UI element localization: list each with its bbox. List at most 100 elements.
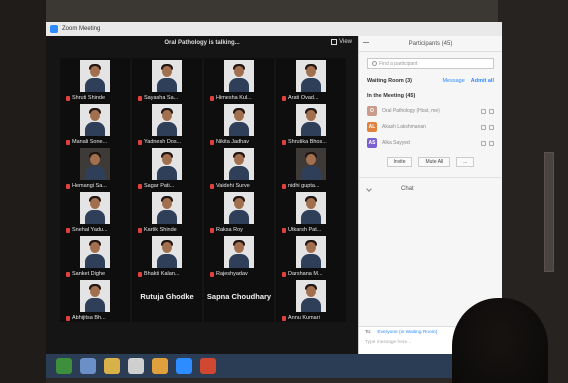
waiting-room-row: Waiting Room (3) Message Admit all — [359, 75, 502, 87]
participant-name: Sapna Choudhary — [206, 292, 272, 301]
participant-row[interactable]: AS Alka Sayyed — [359, 135, 502, 151]
participant-video-tile[interactable]: Hemangi Sa... — [60, 146, 130, 190]
participant-video — [152, 236, 182, 268]
camera-icon[interactable] — [489, 108, 494, 114]
mic-muted-icon — [210, 183, 214, 189]
mic-muted-icon — [282, 95, 286, 101]
start-button-icon[interactable] — [56, 358, 72, 374]
admit-all-button[interactable]: Admit all — [471, 78, 494, 84]
window-titlebar: Zoom Meeting — [46, 22, 502, 36]
camera-icon[interactable] — [489, 140, 494, 146]
search-icon — [372, 61, 377, 66]
participant-label: Darshana M... — [282, 271, 323, 277]
participant-video-tile[interactable]: Sanket Dighe — [60, 234, 130, 278]
window-title: Zoom Meeting — [62, 26, 101, 32]
video-figure-head — [162, 110, 172, 121]
participant-label: Raksa Roy — [210, 227, 243, 233]
participant-row[interactable]: O Oral Pathology (Host, me) — [359, 103, 502, 119]
participant-video-tile[interactable]: Snehal Yadu... — [60, 190, 130, 234]
mic-muted-icon — [66, 315, 70, 321]
participant-label: Sanket Dighe — [66, 271, 105, 277]
participant-video-tile[interactable]: Sagar Pati... — [132, 146, 202, 190]
participant-video-tile[interactable]: Shruti Shinde — [60, 58, 130, 102]
participant-name: Arati Ovad... — [288, 95, 319, 101]
mic-muted-icon — [282, 227, 286, 233]
participant-video-tile[interactable]: nidhi gupta... — [276, 146, 346, 190]
participant-name: Sanket Dighe — [72, 271, 106, 277]
mic-muted-icon — [282, 271, 286, 277]
video-figure-body — [301, 298, 321, 312]
mic-icon[interactable] — [481, 140, 486, 146]
in-meeting-label[interactable]: In the Meeting (45) — [359, 87, 502, 103]
participant-label: Bhakti Kalan... — [138, 271, 179, 277]
participant-video-tile[interactable]: Darshana M... — [276, 234, 346, 278]
camera-icon[interactable] — [489, 124, 494, 130]
chevron-down-icon[interactable] — [366, 186, 372, 192]
participant-name: Rajeshyadav — [216, 271, 248, 277]
participant-video — [296, 192, 326, 224]
search-input[interactable]: Find a participant — [367, 58, 494, 69]
participant-video-tile[interactable]: Sapna Choudhary — [204, 278, 274, 322]
participant-video-tile[interactable]: Rajeshyadav — [204, 234, 274, 278]
zoom-taskbar-icon[interactable] — [176, 358, 192, 374]
participant-video — [152, 148, 182, 180]
participant-video-tile[interactable]: Manali Sone... — [60, 102, 130, 146]
mute-all-button[interactable]: Mute All — [418, 157, 451, 167]
wall-frame — [544, 152, 554, 272]
chat-header: Chat — [359, 177, 502, 192]
mic-muted-icon — [138, 271, 142, 277]
message-link[interactable]: Message — [442, 78, 464, 84]
participant-name: Kartik Shinde — [144, 227, 177, 233]
browser-icon[interactable] — [80, 358, 96, 374]
chat-recipient-select[interactable]: Everyone (in Waiting Room) — [377, 330, 437, 335]
participant-video — [224, 148, 254, 180]
video-figure-body — [301, 166, 321, 180]
chrome-icon[interactable] — [152, 358, 168, 374]
video-figure-head — [162, 198, 172, 209]
mic-muted-icon — [138, 139, 142, 145]
participant-video-tile[interactable]: Nikita Jadhav — [204, 102, 274, 146]
participant-video-tile[interactable]: Arati Ovad... — [276, 58, 346, 102]
video-figure-head — [306, 154, 316, 165]
participant-video-tile[interactable]: Yadnesh Dos... — [132, 102, 202, 146]
participant-name: Sagar Pati... — [144, 183, 175, 189]
participant-video — [152, 192, 182, 224]
participant-name: Himesha Kul... — [216, 95, 252, 101]
participant-video-tile[interactable]: Kartik Shinde — [132, 190, 202, 234]
participant-video-tile[interactable]: Bhakti Kalan... — [132, 234, 202, 278]
participant-video-tile[interactable]: Himesha Kul... — [204, 58, 274, 102]
folder-icon[interactable] — [104, 358, 120, 374]
invite-button[interactable]: Invite — [386, 157, 413, 167]
participant-row[interactable]: AL Akash Lakshmanan — [359, 119, 502, 135]
more-button[interactable]: ... — [456, 157, 475, 167]
waiting-room-label[interactable]: Waiting Room (3) — [367, 78, 412, 84]
os-taskbar — [46, 354, 502, 378]
participant-video-tile[interactable]: Annu Kumari — [276, 278, 346, 322]
participant-video-tile[interactable]: Abhijitsa Bh... — [60, 278, 130, 322]
powerpoint-icon[interactable] — [200, 358, 216, 374]
video-figure-head — [306, 286, 316, 297]
avatar: AL — [367, 122, 377, 132]
view-button[interactable]: View — [331, 39, 352, 45]
video-figure-head — [234, 198, 244, 209]
video-figure-head — [90, 66, 100, 77]
participant-label: Annu Kumari — [282, 315, 320, 321]
participant-video-tile[interactable]: Rutuja Ghodke — [132, 278, 202, 322]
participant-name: Sayasha Sa... — [144, 95, 179, 101]
mic-muted-icon — [210, 227, 214, 233]
mic-icon[interactable] — [481, 108, 486, 114]
participant-video-tile[interactable]: Raksa Roy — [204, 190, 274, 234]
mic-icon[interactable] — [481, 124, 486, 130]
mic-muted-icon — [66, 227, 70, 233]
participant-video-tile[interactable]: Utkarsh Pat... — [276, 190, 346, 234]
media-icon[interactable] — [128, 358, 144, 374]
participant-video-tile[interactable]: Vaidehi Surve — [204, 146, 274, 190]
minimize-icon[interactable] — [363, 42, 369, 43]
mic-muted-icon — [138, 227, 142, 233]
participant-video — [80, 148, 110, 180]
mic-muted-icon — [66, 95, 70, 101]
participant-video-tile[interactable]: Shrutika Bhos... — [276, 102, 346, 146]
video-figure-body — [229, 78, 249, 92]
participant-name: Shruti Shinde — [72, 95, 106, 101]
participant-video-tile[interactable]: Sayasha Sa... — [132, 58, 202, 102]
